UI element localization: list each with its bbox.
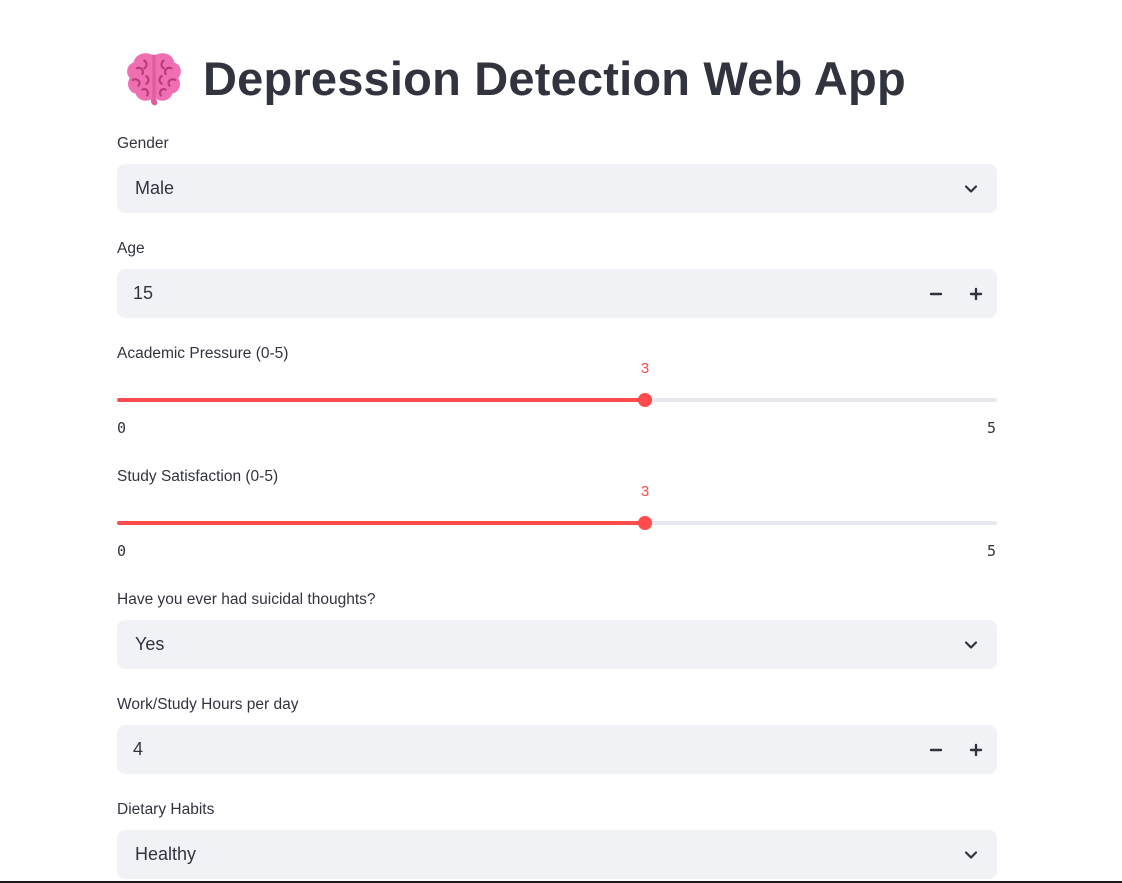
dietary-habits-select[interactable]: Healthy (117, 830, 997, 879)
brain-icon (127, 53, 181, 106)
academic-pressure-max-label: 5 (987, 419, 997, 437)
suicidal-thoughts-select[interactable]: Yes (117, 620, 997, 669)
plus-icon (969, 743, 983, 756)
app-page: Depression Detection Web App Gender Male… (0, 0, 1122, 883)
study-satisfaction-slider[interactable]: 3 (117, 483, 997, 533)
age-increment-button[interactable] (956, 269, 996, 318)
chevron-down-icon (964, 641, 978, 649)
work-study-hours-decrement-button[interactable] (916, 725, 956, 774)
work-study-hours-label: Work/Study Hours per day (117, 696, 299, 713)
minus-icon (929, 292, 943, 295)
age-decrement-button[interactable] (916, 269, 956, 318)
slider-current-value: 3 (640, 360, 650, 377)
slider-track-fill (117, 521, 645, 525)
work-study-hours-number-input[interactable]: 4 (117, 725, 997, 774)
age-value: 15 (133, 283, 154, 303)
page-title-row: Depression Detection Web App (123, 47, 906, 109)
work-study-hours-value: 4 (133, 739, 144, 759)
dietary-habits-label: Dietary Habits (117, 801, 215, 818)
gender-select[interactable]: Male (117, 164, 997, 213)
slider-thumb[interactable] (638, 516, 652, 530)
minus-icon (929, 748, 943, 751)
plus-icon (969, 287, 983, 300)
chevron-down-icon (964, 185, 978, 193)
gender-label: Gender (117, 135, 169, 152)
work-study-hours-increment-button[interactable] (956, 725, 996, 774)
dietary-habits-selected-value: Healthy (135, 844, 197, 864)
chevron-down-icon (964, 851, 978, 859)
slider-track-fill (117, 398, 645, 402)
page-title: Depression Detection Web App (203, 51, 906, 105)
study-satisfaction-label: Study Satisfaction (0-5) (117, 468, 279, 485)
slider-thumb[interactable] (638, 393, 652, 407)
age-number-input[interactable]: 15 (117, 269, 997, 318)
study-satisfaction-min-label: 0 (117, 542, 127, 560)
study-satisfaction-max-label: 5 (987, 542, 997, 560)
gender-selected-value: Male (135, 178, 175, 198)
suicidal-thoughts-label: Have you ever had suicidal thoughts? (117, 591, 376, 608)
academic-pressure-label: Academic Pressure (0-5) (117, 345, 289, 362)
suicidal-thoughts-selected-value: Yes (135, 634, 165, 654)
slider-current-value: 3 (640, 483, 650, 500)
academic-pressure-slider[interactable]: 3 (117, 360, 997, 410)
age-label: Age (117, 240, 145, 257)
academic-pressure-min-label: 0 (117, 419, 127, 437)
